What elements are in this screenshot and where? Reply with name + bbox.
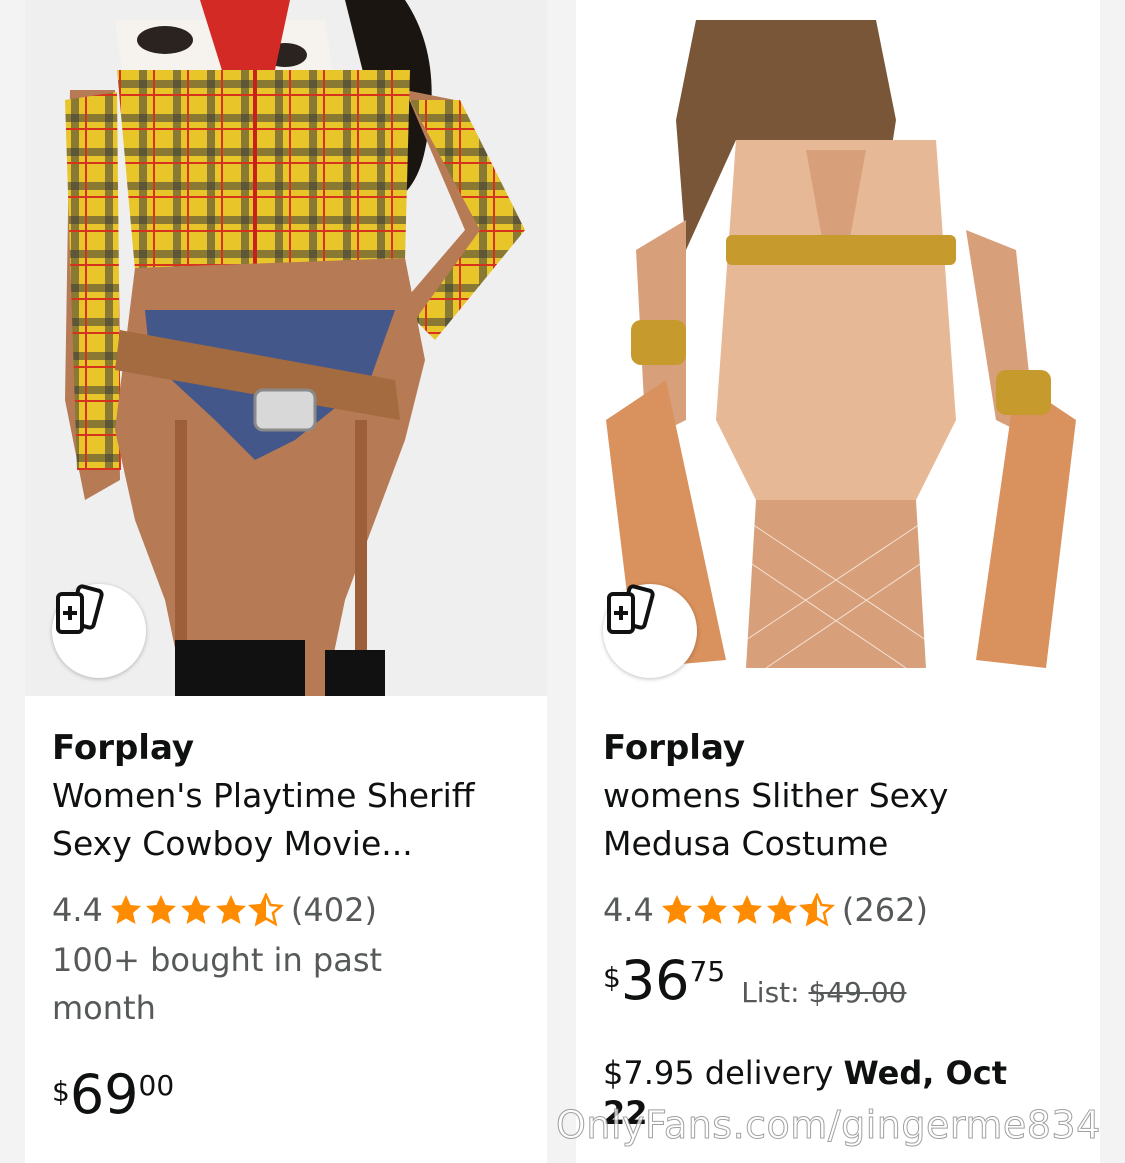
list-price-label: List:: [741, 976, 800, 1009]
product-title-line: womens Slither Sexy: [603, 776, 949, 815]
bought-line: month: [52, 989, 156, 1027]
compare-cards-icon: [607, 584, 655, 634]
product-image[interactable]: [576, 0, 1100, 696]
product-title-line: Women's Playtime Sheriff: [52, 776, 475, 815]
list-price-value: $49.00: [808, 976, 907, 1009]
star-rating: [660, 893, 836, 927]
rating-row[interactable]: 4.4 (262): [603, 888, 1086, 932]
product-title-line: Medusa Costume: [603, 824, 889, 863]
product-card[interactable]: Forplay womens Slither Sexy Medusa Costu…: [576, 0, 1100, 1163]
price-whole: 36: [620, 949, 690, 1012]
compare-button[interactable]: [603, 584, 697, 678]
product-image[interactable]: [25, 0, 547, 696]
list-price: List: $49.00: [741, 976, 906, 1009]
star-icons: [110, 893, 284, 927]
star-rating: [109, 893, 285, 927]
review-count: (402): [290, 891, 377, 929]
star-icons: [661, 893, 835, 927]
compare-cards-icon: [56, 584, 104, 634]
review-count: (262): [841, 891, 928, 929]
bought-count: 100+ bought in past month: [52, 936, 533, 1032]
delivery-date: Wed, Oct: [843, 1054, 1007, 1092]
product-title[interactable]: womens Slither Sexy Medusa Costume: [603, 772, 1086, 868]
price-currency: $: [603, 961, 621, 994]
delivery-cost: $7.95 delivery: [603, 1054, 834, 1092]
rating-row[interactable]: 4.4 (402): [52, 888, 533, 932]
watermark: OnlyFans.com/gingerme834: [556, 1103, 1101, 1148]
bought-line: 100+ bought in past: [52, 941, 383, 979]
price: $ 36 75 List: $49.00: [603, 949, 1086, 1012]
product-card[interactable]: Forplay Women's Playtime Sheriff Sexy Co…: [25, 0, 547, 1163]
rating-value: 4.4: [52, 891, 103, 929]
price-currency: $: [52, 1075, 70, 1108]
price-fraction: 75: [689, 955, 726, 988]
brand-name: Forplay: [52, 728, 195, 768]
compare-button[interactable]: [52, 584, 146, 678]
price-fraction: 00: [138, 1069, 175, 1102]
brand-name: Forplay: [603, 728, 746, 768]
price-whole: 69: [69, 1063, 139, 1126]
price: $ 69 00: [52, 1068, 533, 1122]
product-title[interactable]: Women's Playtime Sheriff Sexy Cowboy Mov…: [52, 772, 533, 868]
product-title-line: Sexy Cowboy Movie...: [52, 824, 413, 863]
rating-value: 4.4: [603, 891, 654, 929]
